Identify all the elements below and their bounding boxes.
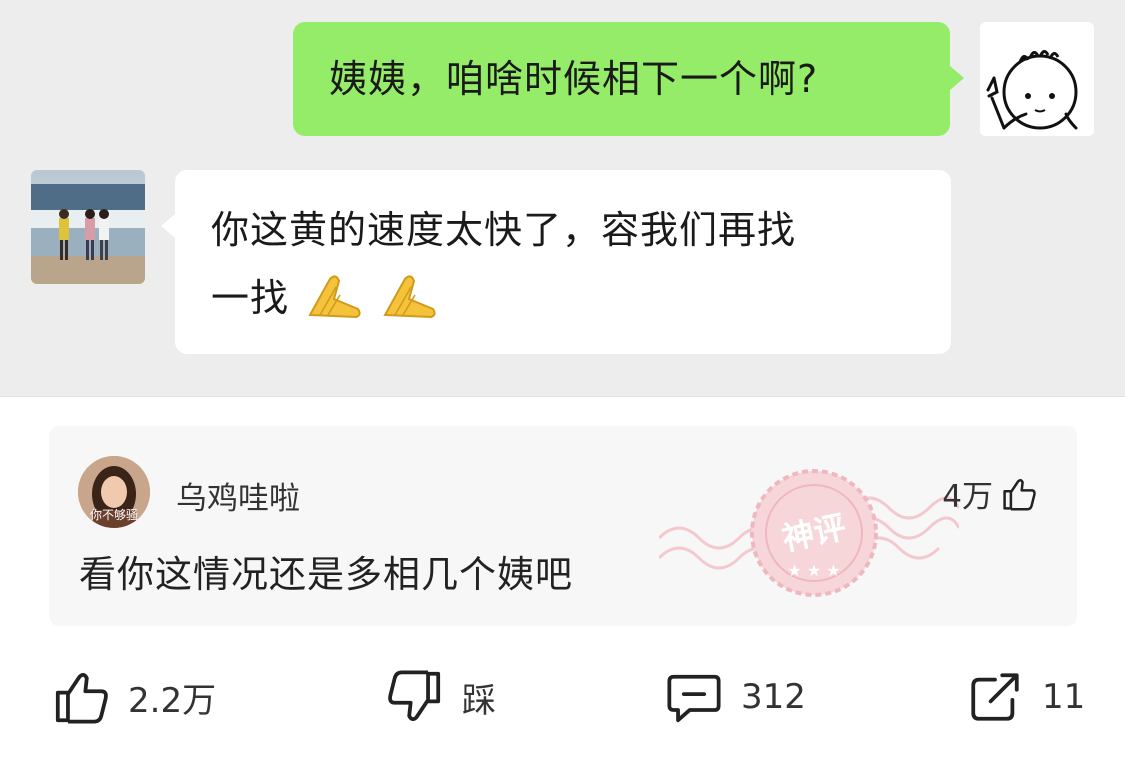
pray-emoji-icon <box>306 272 364 340</box>
like-button[interactable]: 2.2万 <box>52 668 216 726</box>
share-count: 11 <box>1042 677 1086 717</box>
top-comment-card: 神评 ★ ★ ★ 你不够骚 乌鸡哇啦 4万 看你这情况还是多相几个姨吧 <box>49 426 1077 626</box>
message-text: 姨姨，咱啥时候相下一个啊? <box>329 57 819 101</box>
comment-icon <box>667 674 721 723</box>
message-bubble-incoming: 你这黄的速度太快了，容我们再找 一找 <box>161 170 951 354</box>
dislike-button[interactable]: 踩 <box>386 668 496 726</box>
comment-text: 看你这情况还是多相几个姨吧 <box>79 553 573 596</box>
message-bubble-outgoing: 姨姨，咱啥时候相下一个啊? <box>293 22 964 136</box>
avatar-caption: 你不够骚 <box>89 508 138 522</box>
like-count: 2.2万 <box>128 680 217 721</box>
beach-photo-icon <box>31 170 145 284</box>
message-text-line: 一找 <box>211 276 290 320</box>
thumbs-up-icon <box>55 672 108 724</box>
message-text-line: 你这黄的速度太快了，容我们再找 <box>211 208 797 252</box>
comment-button[interactable]: 312 <box>665 668 806 726</box>
comment-like-count: 4万 <box>942 479 993 515</box>
cartoon-face-icon <box>980 22 1094 136</box>
share-icon <box>971 673 1019 721</box>
friend-avatar[interactable] <box>31 170 145 284</box>
thumbs-up-icon <box>1003 478 1036 511</box>
comment-like-button[interactable]: 4万 <box>942 471 1037 516</box>
hot-comment-stamp: 神评 ★ ★ ★ <box>657 448 961 622</box>
chat-screenshot: 姨姨，咱啥时候相下一个啊? 你这黄的速度太快了，容我们再找 一找 <box>0 0 1125 397</box>
dislike-label: 踩 <box>462 680 496 721</box>
commenter-avatar[interactable]: 你不够骚 <box>78 456 150 528</box>
commenter-name[interactable]: 乌鸡哇啦 <box>176 473 300 518</box>
thumbs-down-icon <box>388 670 441 722</box>
svg-text:★ ★ ★: ★ ★ ★ <box>787 561 840 580</box>
my-avatar[interactable] <box>980 22 1094 136</box>
share-button[interactable]: 11 <box>966 668 1085 726</box>
comment-count: 312 <box>741 677 806 717</box>
pray-emoji-icon <box>381 272 439 340</box>
